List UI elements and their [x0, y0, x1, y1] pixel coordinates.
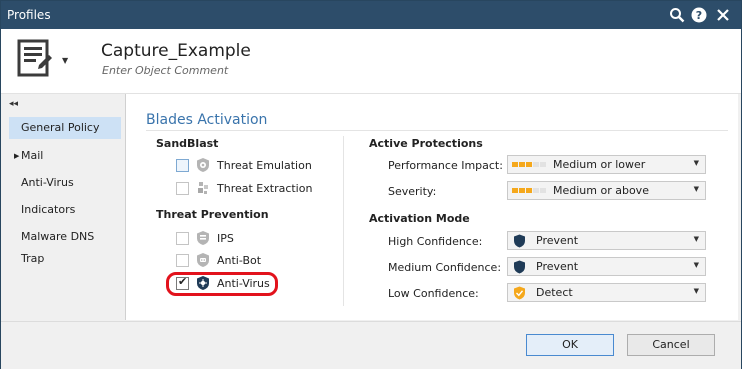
blade-label: Threat Emulation [217, 159, 312, 172]
low-confidence-dropdown[interactable]: Detect ▼ [507, 283, 706, 302]
svg-text:?: ? [696, 9, 702, 22]
object-header: ▼ Capture_Example Enter Object Comment [1, 29, 741, 94]
threat-emulation-checkbox[interactable] [176, 159, 189, 172]
sidebar-item-label: General Policy [21, 121, 100, 134]
chevron-down-icon: ▼ [693, 159, 699, 167]
performance-impact-dropdown[interactable]: Medium or lower ▼ [507, 155, 706, 174]
chevron-down-icon: ▼ [693, 235, 699, 243]
medium-confidence-dropdown[interactable]: Prevent ▼ [507, 257, 706, 276]
detect-shield-icon [514, 286, 525, 300]
sidebar-item-label: Mail [21, 149, 44, 162]
ips-checkbox[interactable] [176, 232, 189, 245]
profiles-window: Profiles ? ▼ Capture_Example Enter Objec… [0, 0, 742, 369]
anti-bot-checkbox[interactable] [176, 254, 189, 267]
window-title: Profiles [7, 8, 51, 22]
ips-icon [197, 231, 209, 245]
sidebar-item-malware-dns-trap[interactable]: Malware DNS Trap [9, 226, 121, 265]
cancel-button[interactable]: Cancel [627, 334, 715, 356]
section-title: Blades Activation [146, 112, 268, 128]
section-divider [146, 130, 728, 131]
low-confidence-label: Low Confidence: [388, 287, 479, 300]
threat-extraction-checkbox[interactable] [176, 182, 189, 195]
checkmark-icon: ✔ [178, 275, 188, 288]
dropdown-value: Medium or above [553, 184, 649, 197]
severity-dropdown[interactable]: Medium or above ▼ [507, 181, 706, 200]
sidebar-item-indicators[interactable]: Indicators [9, 199, 121, 221]
blade-label: Anti-Bot [217, 254, 262, 267]
sidebar-item-mail[interactable]: ▶ Mail [9, 145, 121, 167]
prevent-shield-icon [514, 234, 525, 248]
blade-label: IPS [217, 232, 234, 245]
anti-bot-icon [197, 253, 209, 267]
profile-document-icon[interactable] [17, 39, 53, 79]
sidebar: ◂◂ General Policy ▶ Mail Anti-Virus Indi… [1, 94, 125, 320]
threat-extraction-icon [198, 182, 208, 194]
collapse-sidebar-icon[interactable]: ◂◂ [9, 99, 18, 109]
anti-virus-checkbox[interactable]: ✔ [176, 275, 189, 290]
ok-button[interactable]: OK [526, 334, 614, 356]
blade-label: Anti-Virus [217, 277, 270, 290]
blades-activation-panel: Blades Activation SandBlast Threat Emula… [125, 94, 738, 320]
chevron-down-icon: ▼ [693, 185, 699, 193]
activation-mode-heading: Activation Mode [369, 212, 470, 225]
sidebar-item-label: Anti-Virus [21, 176, 74, 189]
chevron-down-icon: ▼ [693, 287, 699, 295]
dropdown-value: Medium or lower [553, 158, 646, 171]
active-protections-heading: Active Protections [369, 137, 483, 150]
object-name[interactable]: Capture_Example [101, 41, 251, 61]
close-icon[interactable] [715, 7, 731, 23]
severity-meter [512, 188, 548, 193]
prevent-shield-icon [514, 260, 525, 274]
performance-impact-meter [512, 162, 548, 167]
sidebar-item-label: Indicators [21, 203, 76, 216]
chevron-down-icon: ▼ [693, 261, 699, 269]
high-confidence-dropdown[interactable]: Prevent ▼ [507, 231, 706, 250]
sidebar-item-general-policy[interactable]: General Policy [9, 117, 121, 139]
high-confidence-label: High Confidence: [388, 235, 483, 248]
object-comment-field[interactable]: Enter Object Comment [102, 64, 228, 77]
expand-arrow-icon[interactable]: ▶ [14, 145, 19, 167]
performance-impact-label: Performance Impact: [388, 159, 503, 172]
dropdown-value: Prevent [536, 234, 579, 247]
threat-prevention-heading: Threat Prevention [156, 208, 269, 221]
threat-emulation-icon [197, 158, 209, 172]
medium-confidence-label: Medium Confidence: [388, 261, 502, 274]
search-icon[interactable] [669, 7, 685, 23]
sandblast-heading: SandBlast [156, 137, 219, 150]
sidebar-item-label: Malware DNS Trap [21, 230, 95, 265]
sidebar-item-anti-virus[interactable]: Anti-Virus [9, 172, 121, 194]
dropdown-value: Detect [536, 286, 573, 299]
object-menu-caret-icon[interactable]: ▼ [62, 56, 68, 65]
dropdown-value: Prevent [536, 260, 579, 273]
column-divider [343, 136, 344, 306]
anti-virus-icon [197, 276, 209, 290]
title-bar: Profiles ? [1, 1, 741, 29]
blade-label: Threat Extraction [217, 182, 313, 195]
severity-label: Severity: [388, 185, 437, 198]
help-icon[interactable]: ? [691, 7, 707, 23]
dialog-footer: OK Cancel [1, 321, 741, 369]
